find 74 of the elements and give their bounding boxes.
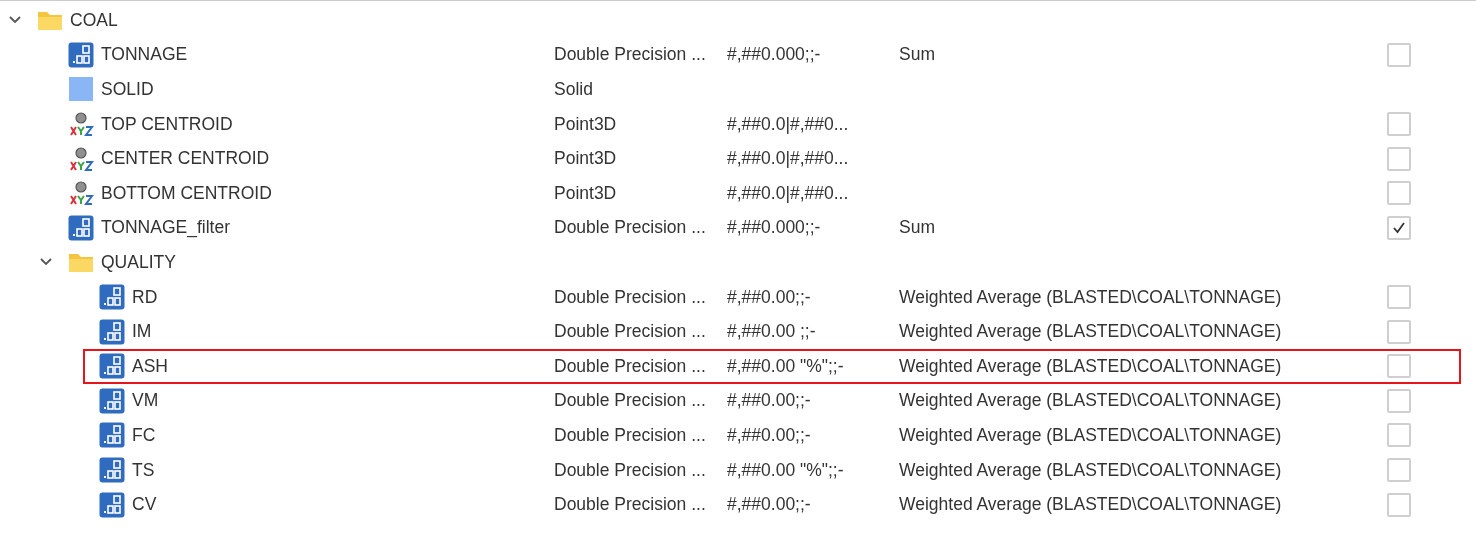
decimal-field-icon bbox=[99, 422, 125, 449]
field-name: TS bbox=[132, 459, 155, 481]
aggregate-method: Weighted Average (BLASTED\COAL\TONNAGE) bbox=[899, 494, 1282, 515]
field-name: ASH bbox=[132, 355, 168, 377]
format-string: #,##0.00 ;;- bbox=[727, 321, 816, 342]
checkbox[interactable] bbox=[1387, 388, 1411, 413]
checkbox[interactable] bbox=[1387, 354, 1411, 379]
field-name: SOLID bbox=[101, 79, 154, 100]
decimal-field-icon bbox=[99, 387, 125, 414]
data-type: Double Precision ... bbox=[554, 424, 706, 445]
field-name: RD bbox=[132, 286, 158, 308]
decimal-field-icon bbox=[99, 491, 125, 518]
xyz-point-icon bbox=[68, 111, 94, 138]
data-type: Double Precision ... bbox=[554, 286, 706, 307]
xyz-point-icon bbox=[68, 180, 94, 207]
aggregate-method: Weighted Average (BLASTED\COAL\TONNAGE) bbox=[899, 321, 1282, 342]
data-type: Double Precision ... bbox=[554, 44, 706, 65]
data-type: Point3D bbox=[554, 182, 617, 203]
aggregate-method: Weighted Average (BLASTED\COAL\TONNAGE) bbox=[899, 424, 1282, 445]
format-string: #,##0.0|#,##0... bbox=[727, 182, 849, 203]
field-name: VM bbox=[132, 390, 159, 412]
data-type: Point3D bbox=[554, 148, 617, 169]
data-type: Solid bbox=[554, 79, 593, 99]
checkbox[interactable] bbox=[1387, 423, 1411, 448]
data-type: Double Precision ... bbox=[554, 217, 706, 238]
aggregate-method: Weighted Average (BLASTED\COAL\TONNAGE) bbox=[899, 390, 1282, 411]
checkbox[interactable] bbox=[1387, 285, 1411, 310]
decimal-field-icon bbox=[99, 457, 125, 483]
data-type: Double Precision ... bbox=[554, 494, 706, 515]
decimal-field-icon bbox=[68, 41, 94, 68]
checkbox[interactable] bbox=[1387, 146, 1411, 171]
checkbox[interactable] bbox=[1387, 112, 1411, 137]
decimal-field-icon bbox=[99, 284, 125, 311]
checkbox[interactable] bbox=[1387, 492, 1411, 517]
format-string: #,##0.00;;- bbox=[727, 424, 811, 445]
field-name: TONNAGE bbox=[101, 44, 188, 66]
checkbox[interactable] bbox=[1387, 42, 1411, 67]
format-string: #,##0.00 "%";;- bbox=[727, 355, 844, 376]
aggregate-method: Weighted Average (BLASTED\COAL\TONNAGE) bbox=[899, 355, 1282, 376]
aggregate-method: Sum bbox=[899, 44, 935, 65]
field-name: CENTER CENTROID bbox=[101, 148, 270, 170]
format-string: #,##0.0|#,##0... bbox=[727, 113, 849, 134]
format-string: #,##0.00;;- bbox=[727, 390, 811, 411]
format-string: #,##0.00;;- bbox=[727, 494, 811, 515]
checkbox[interactable] bbox=[1387, 319, 1411, 344]
format-string: #,##0.0|#,##0... bbox=[727, 148, 849, 169]
format-string: #,##0.000;;- bbox=[727, 44, 821, 65]
field-name: FC bbox=[132, 424, 156, 446]
field-name: CV bbox=[132, 494, 157, 516]
folder-name: COAL bbox=[70, 9, 118, 31]
checkbox[interactable] bbox=[1387, 181, 1411, 206]
checkbox[interactable] bbox=[1387, 458, 1411, 482]
format-string: #,##0.00 "%";;- bbox=[727, 459, 844, 480]
decimal-field-icon bbox=[99, 353, 125, 380]
data-type: Double Precision ... bbox=[554, 459, 706, 480]
solid-square-icon bbox=[68, 76, 94, 103]
aggregate-method: Weighted Average (BLASTED\COAL\TONNAGE) bbox=[899, 286, 1282, 307]
field-name: TOP CENTROID bbox=[101, 113, 233, 135]
folder-name: QUALITY bbox=[101, 251, 176, 273]
format-string: #,##0.00;;- bbox=[727, 286, 811, 307]
data-type: Double Precision ... bbox=[554, 390, 706, 411]
field-name: TONNAGE_filter bbox=[101, 217, 230, 239]
xyz-point-icon bbox=[68, 145, 94, 172]
format-string: #,##0.000;;- bbox=[727, 217, 821, 238]
data-type: Point3D bbox=[554, 113, 617, 134]
decimal-field-icon bbox=[99, 318, 125, 345]
field-name: BOTTOM CENTROID bbox=[101, 182, 272, 204]
aggregate-method: Sum bbox=[899, 217, 935, 238]
checkbox[interactable] bbox=[1387, 215, 1411, 240]
data-type: Double Precision ... bbox=[554, 355, 706, 376]
aggregate-method: Weighted Average (BLASTED\COAL\TONNAGE) bbox=[899, 459, 1282, 480]
field-name: IM bbox=[132, 321, 152, 343]
decimal-field-icon bbox=[68, 214, 94, 241]
data-type: Double Precision ... bbox=[554, 321, 706, 342]
